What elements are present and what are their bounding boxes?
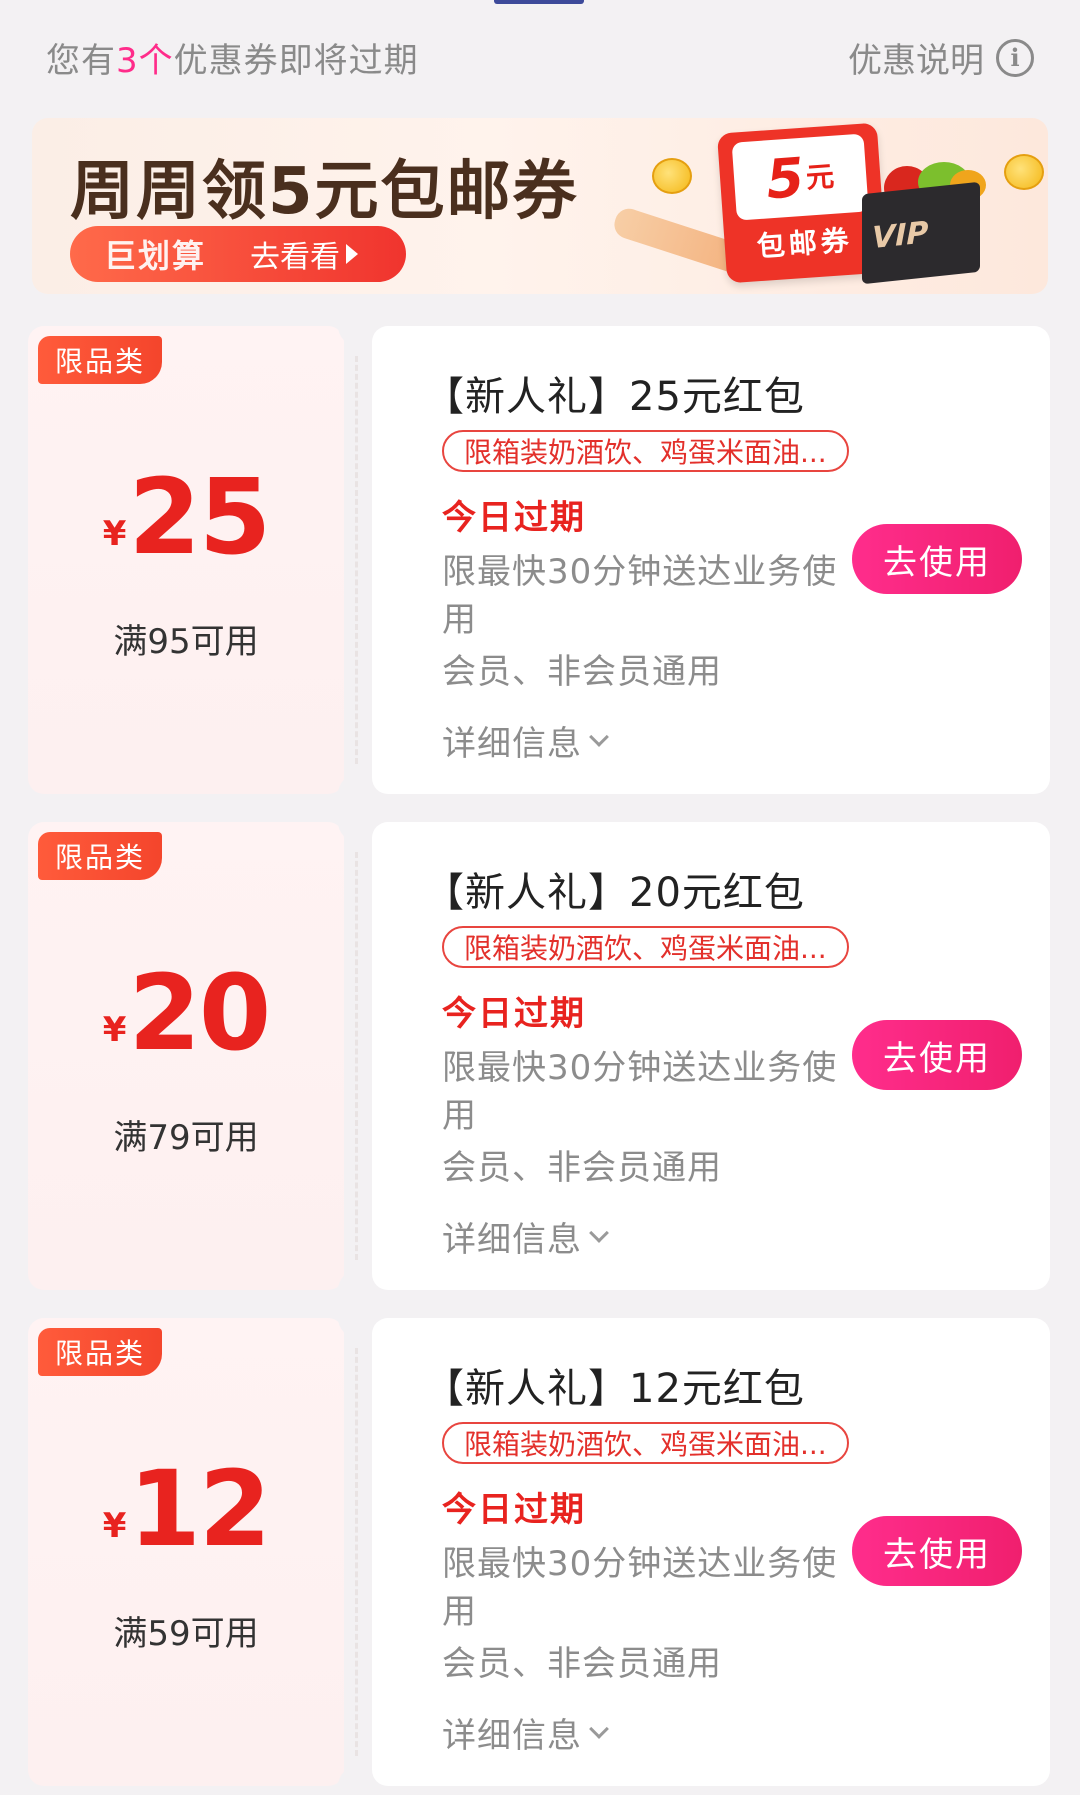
expiring-notice: 您有3个优惠券即将过期 <box>46 33 419 82</box>
member-scope: 会员、非会员通用 <box>442 652 722 692</box>
delivery-restriction: 限最快30分钟送达业务使用 <box>442 1048 838 1136</box>
perforation-divider <box>355 852 358 1260</box>
member-scope: 会员、非会员通用 <box>442 1644 722 1684</box>
category-badge: 限品类 <box>38 336 162 384</box>
info-icon[interactable]: i <box>996 38 1034 77</box>
envelope-card: 5元 <box>731 133 869 221</box>
coin-icon <box>1004 154 1044 190</box>
use-coupon-button[interactable]: 去使用 <box>852 1020 1022 1090</box>
banner-brand: 巨划算 <box>104 237 207 275</box>
min-spend: 满95可用 <box>113 622 259 662</box>
category-badge: 限品类 <box>38 832 162 880</box>
notice-suffix: 优惠券即将过期 <box>173 41 419 81</box>
expire-text: 今日过期 <box>442 498 586 538</box>
scope-tag: 限箱装奶酒饮、鸡蛋米面油... <box>442 926 849 968</box>
chevron-down-icon <box>589 1222 609 1243</box>
expire-text: 今日过期 <box>442 994 586 1034</box>
details-label: 详细信息 <box>442 1716 582 1756</box>
category-badge: 限品类 <box>38 1328 162 1376</box>
coupon-amount: ¥12 <box>28 1448 344 1570</box>
coupon-value-panel: 限品类 ¥20 满79可用 <box>28 822 344 1290</box>
min-spend: 满79可用 <box>113 1118 259 1158</box>
coupon-rules-link[interactable]: 优惠说明 i <box>848 33 1034 82</box>
banner-title: 周周领5元包邮券 <box>70 155 579 229</box>
coupon-header: 您有3个优惠券即将过期 优惠说明 i <box>0 0 1080 115</box>
perforation-divider <box>355 356 358 764</box>
coupon-rules-label: 优惠说明 <box>848 41 984 81</box>
details-toggle[interactable]: 详细信息 <box>442 1708 609 1757</box>
use-coupon-button[interactable]: 去使用 <box>852 524 1022 594</box>
coupon-value-panel: 限品类 ¥12 满59可用 <box>28 1318 344 1786</box>
delivery-restriction: 限最快30分钟送达业务使用 <box>442 1544 838 1632</box>
scope-tag: 限箱装奶酒饮、鸡蛋米面油... <box>442 1422 849 1464</box>
coupon-title: 【新人礼】20元红包 <box>424 870 805 916</box>
coupon-amount: ¥25 <box>28 456 344 578</box>
chevron-down-icon <box>589 726 609 747</box>
banner-illustration: 5元 包邮券 VIP <box>610 118 1048 294</box>
chevron-down-icon <box>589 1718 609 1739</box>
banner-see-more: 去看看 <box>230 232 359 276</box>
expire-text: 今日过期 <box>442 1490 586 1530</box>
coupon-title: 【新人礼】12元红包 <box>424 1366 805 1412</box>
coupon-amount: ¥20 <box>28 952 344 1074</box>
play-arrow-icon <box>346 244 359 264</box>
coupon-value-panel: 限品类 ¥25 满95可用 <box>28 326 344 794</box>
coupon-info-panel: 【新人礼】20元红包 限箱装奶酒饮、鸡蛋米面油... 今日过期 限最快30分钟送… <box>372 822 1050 1290</box>
delivery-restriction: 限最快30分钟送达业务使用 <box>442 552 838 640</box>
coupon-title: 【新人礼】25元红包 <box>424 374 805 420</box>
vip-label: VIP <box>872 215 929 257</box>
details-label: 详细信息 <box>442 1220 582 1260</box>
amount-value: 25 <box>128 456 271 578</box>
coupon-card: 限品类 ¥25 满95可用 【新人礼】25元红包 限箱装奶酒饮、鸡蛋米面油...… <box>28 306 1050 814</box>
scope-tag: 限箱装奶酒饮、鸡蛋米面油... <box>442 430 849 472</box>
currency-symbol: ¥ <box>102 514 127 554</box>
vip-box-icon: VIP <box>862 181 980 285</box>
perforation-divider <box>355 1348 358 1756</box>
amount-value: 20 <box>128 952 271 1074</box>
promo-banner[interactable]: 周周领5元包邮券 巨划算 去看看 5元 包邮券 VIP <box>32 118 1048 294</box>
details-toggle[interactable]: 详细信息 <box>442 1212 609 1261</box>
coupon-card: 限品类 ¥12 满59可用 【新人礼】12元红包 限箱装奶酒饮、鸡蛋米面油...… <box>28 1298 1050 1795</box>
currency-symbol: ¥ <box>102 1506 127 1546</box>
coupon-card: 限品类 ¥20 满79可用 【新人礼】20元红包 限箱装奶酒饮、鸡蛋米面油...… <box>28 802 1050 1310</box>
envelope-value: 5 <box>764 145 807 211</box>
banner-cta-button[interactable]: 巨划算 去看看 <box>70 226 406 282</box>
currency-symbol: ¥ <box>102 1010 127 1050</box>
notice-prefix: 您有 <box>46 41 116 81</box>
min-spend: 满59可用 <box>113 1614 259 1654</box>
coin-icon <box>652 158 692 194</box>
envelope-unit: 元 <box>804 159 836 195</box>
amount-value: 12 <box>128 1448 271 1570</box>
details-label: 详细信息 <box>442 724 582 764</box>
coupon-info-panel: 【新人礼】25元红包 限箱装奶酒饮、鸡蛋米面油... 今日过期 限最快30分钟送… <box>372 326 1050 794</box>
banner-see-more-label: 去看看 <box>250 240 341 275</box>
use-coupon-button[interactable]: 去使用 <box>852 1516 1022 1586</box>
notice-count: 3个 <box>116 41 174 81</box>
details-toggle[interactable]: 详细信息 <box>442 716 609 765</box>
coupon-info-panel: 【新人礼】12元红包 限箱装奶酒饮、鸡蛋米面油... 今日过期 限最快30分钟送… <box>372 1318 1050 1786</box>
member-scope: 会员、非会员通用 <box>442 1148 722 1188</box>
